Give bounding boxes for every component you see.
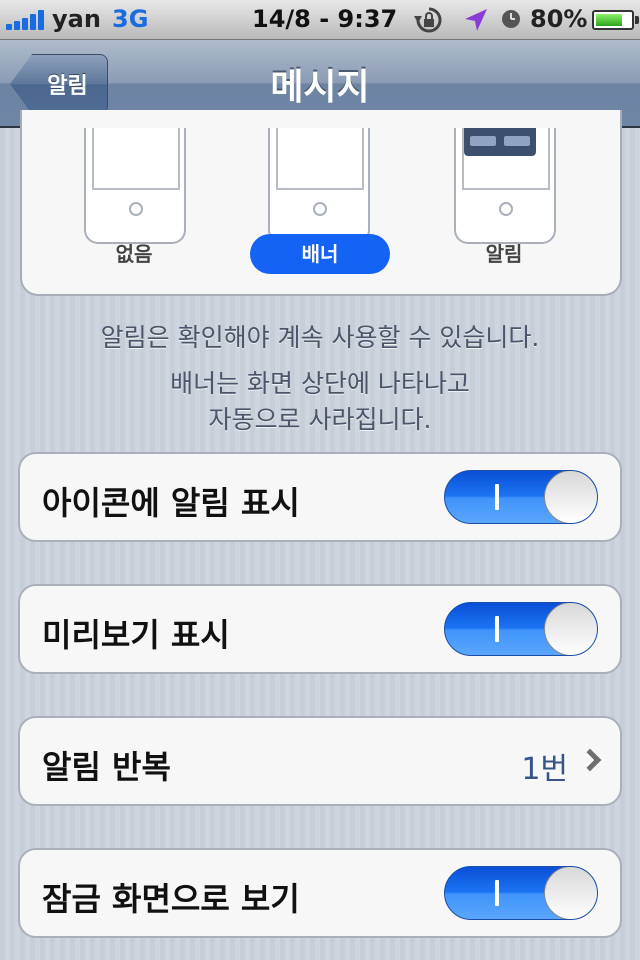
- lock-screen-setting-row: 잠금 화면으로 보기: [18, 848, 622, 938]
- toggle-knob: [544, 867, 597, 919]
- style-option-none[interactable]: 없음: [64, 238, 204, 267]
- description-line-1: 알림은 확인해야 계속 사용할 수 있습니다.: [100, 323, 540, 352]
- chevron-right-icon: [578, 748, 602, 772]
- battery-icon: [592, 10, 639, 30]
- status-time: 14/8 - 9:37: [252, 5, 398, 33]
- preview-toggle[interactable]: [444, 602, 598, 656]
- signal-bars-icon: [6, 10, 48, 30]
- toggle-knob: [544, 603, 597, 655]
- alert-box-icon: [464, 128, 536, 156]
- preview-setting-row: 미리보기 표시: [18, 584, 622, 674]
- preview-setting-label: 미리보기 표시: [42, 616, 230, 654]
- page-title: 메시지: [270, 67, 370, 108]
- repeat-alert-label: 알림 반복: [42, 748, 171, 786]
- location-arrow-icon: [465, 9, 487, 31]
- battery-percent: 80%: [530, 5, 588, 33]
- rotation-lock-icon: [414, 7, 442, 33]
- badge-setting-row: 아이콘에 알림 표시: [18, 452, 622, 542]
- style-alert-phone-icon[interactable]: [454, 128, 556, 244]
- status-bar: yan 3G 14/8 - 9:37 80%: [0, 0, 640, 40]
- style-banner-phone-icon[interactable]: [268, 128, 370, 244]
- description-line-2: 배너는 화면 상단에 나타나고: [170, 369, 470, 398]
- toggle-knob: [544, 471, 597, 523]
- style-none-phone-icon[interactable]: [84, 128, 186, 244]
- carrier-name: yan: [52, 5, 101, 33]
- lock-screen-setting-label: 잠금 화면으로 보기: [42, 880, 300, 918]
- alarm-clock-icon: [502, 10, 520, 28]
- lock-screen-toggle[interactable]: [444, 866, 598, 920]
- back-button[interactable]: 알림: [10, 54, 108, 114]
- badge-setting-label: 아이콘에 알림 표시: [42, 484, 300, 522]
- back-button-label: 알림: [47, 74, 88, 99]
- description-line-3: 자동으로 사라집니다.: [208, 405, 432, 434]
- style-option-banner[interactable]: 배너: [250, 234, 390, 274]
- repeat-alert-value: 1번: [521, 752, 568, 787]
- repeat-alert-row[interactable]: 알림 반복 1번: [18, 716, 622, 806]
- network-type: 3G: [112, 5, 149, 33]
- badge-toggle[interactable]: [444, 470, 598, 524]
- style-option-alert[interactable]: 알림: [434, 238, 574, 267]
